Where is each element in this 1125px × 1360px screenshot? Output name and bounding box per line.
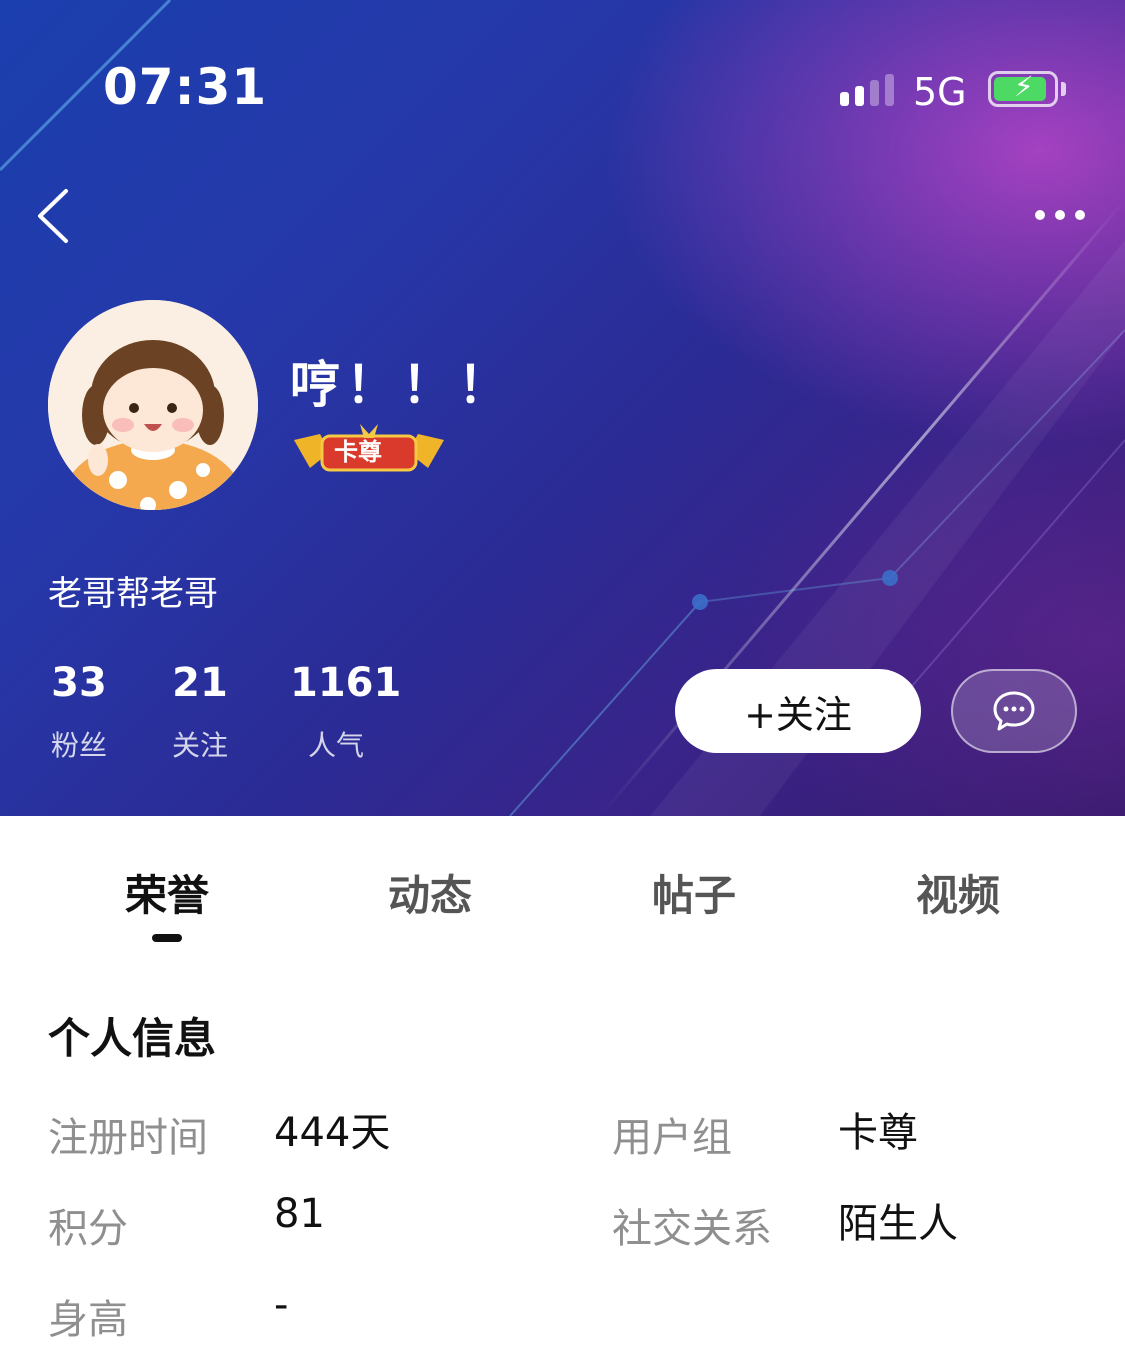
stat-value: 33	[51, 660, 107, 706]
tab-honor[interactable]: 荣誉	[125, 862, 209, 923]
info-value-register-time: 444天	[274, 1110, 391, 1156]
rank-badge-label: 卡尊	[334, 438, 382, 466]
cellular-signal-icon	[840, 74, 900, 106]
tab-posts[interactable]: 帖子	[652, 862, 736, 923]
rank-badge: 卡尊	[290, 420, 448, 476]
chat-bubble-icon	[993, 691, 1035, 731]
avatar[interactable]	[48, 300, 258, 510]
battery-cap	[1061, 82, 1066, 96]
profile-subtitle: 老哥帮老哥	[48, 574, 218, 614]
stat-fans[interactable]: 33 粉丝	[48, 660, 110, 764]
profile-username: 哼！！！	[290, 356, 514, 414]
chat-button[interactable]	[951, 669, 1077, 753]
info-value-height: -	[274, 1282, 289, 1328]
back-button[interactable]	[30, 185, 80, 247]
info-value-user-group: 卡尊	[838, 1110, 918, 1156]
status-bar-time: 07:31	[103, 58, 268, 116]
info-label-register-time: 注册时间	[48, 1115, 208, 1161]
stat-value: 21	[172, 660, 228, 706]
info-label-points: 积分	[48, 1206, 128, 1252]
network-type-label: 5G	[913, 70, 967, 114]
stat-label: 人气	[307, 729, 364, 762]
follow-button[interactable]: +关注	[675, 669, 921, 753]
stat-label: 关注	[171, 729, 228, 762]
tab-activity[interactable]: 动态	[388, 862, 472, 923]
info-value-points: 81	[274, 1191, 325, 1237]
info-label-user-group: 用户组	[612, 1115, 732, 1161]
info-label-height: 身高	[48, 1297, 128, 1343]
battery-icon: ⚡	[988, 71, 1058, 107]
info-value-social-relation: 陌生人	[838, 1201, 958, 1247]
stat-following[interactable]: 21 关注	[169, 660, 231, 764]
tab-videos[interactable]: 视频	[916, 862, 1000, 923]
active-tab-indicator	[152, 934, 182, 942]
stat-popularity[interactable]: 1161 人气	[290, 660, 402, 764]
charging-bolt-icon: ⚡	[1014, 70, 1034, 103]
stat-label: 粉丝	[50, 729, 107, 762]
more-options-button[interactable]	[1032, 200, 1088, 230]
more-dots-icon	[1035, 210, 1085, 220]
stat-value: 1161	[290, 660, 402, 706]
avatar-illustration	[48, 300, 258, 510]
personal-info-title: 个人信息	[48, 1014, 217, 1063]
chevron-left-icon	[38, 189, 68, 243]
info-label-social-relation: 社交关系	[612, 1206, 772, 1252]
